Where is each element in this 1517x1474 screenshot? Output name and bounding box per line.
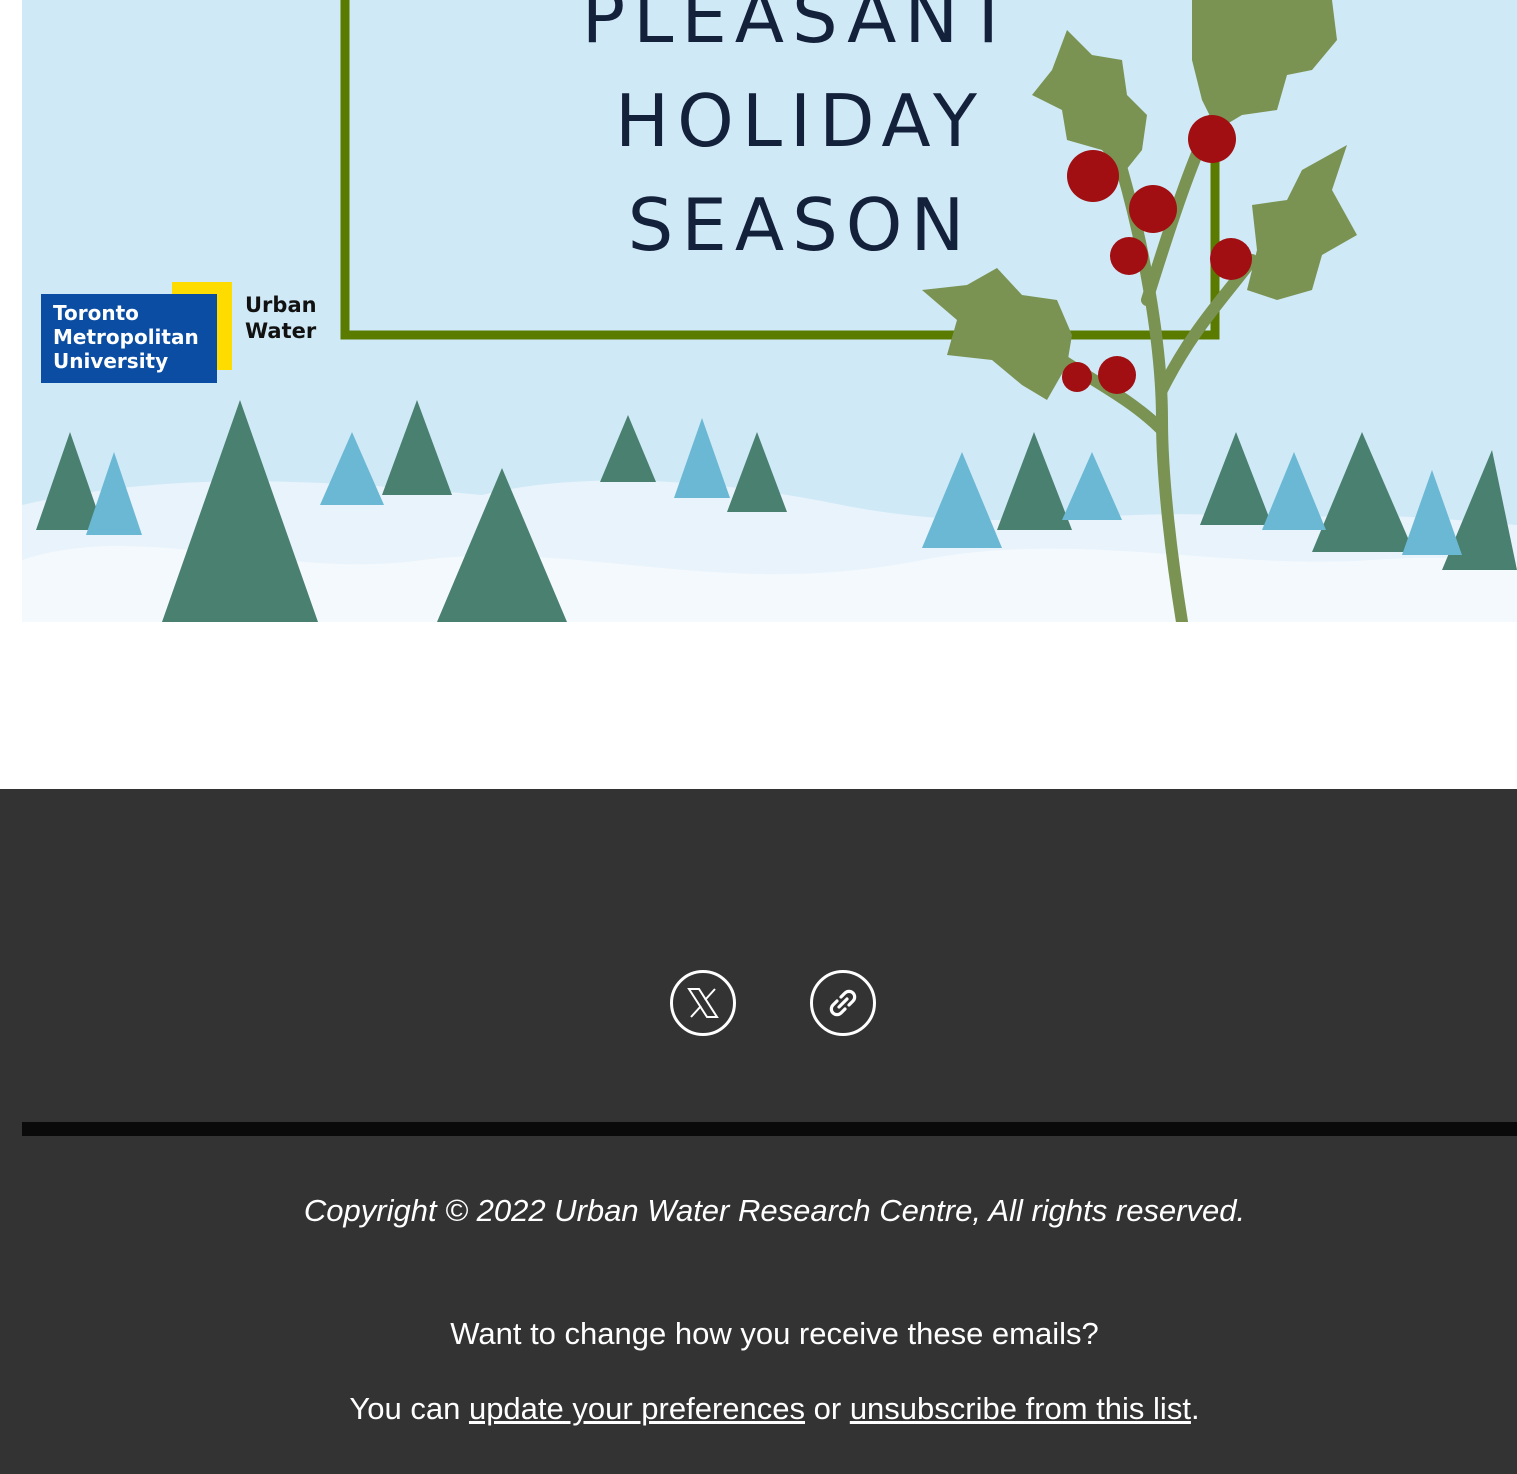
logo-line-university: University: [53, 349, 169, 373]
preferences-question: Want to change how you receive these ema…: [450, 1316, 1099, 1351]
preferences-line: You can update your preferences or unsub…: [0, 1391, 1517, 1427]
holiday-greeting: PLEASANT HOLIDAY SEASON: [367, 0, 1233, 277]
logo-line-water: Water: [245, 319, 317, 343]
x-icon: [687, 988, 719, 1018]
website-link-button[interactable]: [810, 970, 876, 1036]
holiday-banner: PLEASANT HOLIDAY SEASON Toronto Metropol…: [22, 0, 1517, 622]
copyright-text: Copyright © 2022 Urban Water Research Ce…: [303, 1193, 1246, 1228]
footer-divider: [22, 1122, 1517, 1136]
logo-university-text: Toronto Metropolitan University: [53, 301, 199, 373]
email-footer: Copyright © 2022 Urban Water Research Ce…: [0, 789, 1517, 1474]
prefs-middle: or: [805, 1391, 850, 1426]
greeting-line-1: PLEASANT: [581, 0, 1019, 59]
logo-line-toronto: Toronto: [53, 301, 139, 325]
greeting-line-3: SEASON: [627, 183, 973, 267]
email-page: PLEASANT HOLIDAY SEASON Toronto Metropol…: [0, 0, 1517, 1474]
logo-line-metropolitan: Metropolitan: [53, 325, 199, 349]
prefs-prefix: You can: [349, 1391, 469, 1426]
greeting-line-2: HOLIDAY: [615, 79, 985, 163]
logo-unit-text: Urban Water: [245, 292, 317, 344]
logo-line-urban: Urban: [245, 293, 317, 317]
unsubscribe-link[interactable]: unsubscribe from this list: [850, 1391, 1191, 1426]
update-preferences-link[interactable]: update your preferences: [469, 1391, 805, 1426]
x-social-button[interactable]: [670, 970, 736, 1036]
prefs-suffix: .: [1190, 1391, 1200, 1426]
link-icon: [829, 989, 857, 1017]
